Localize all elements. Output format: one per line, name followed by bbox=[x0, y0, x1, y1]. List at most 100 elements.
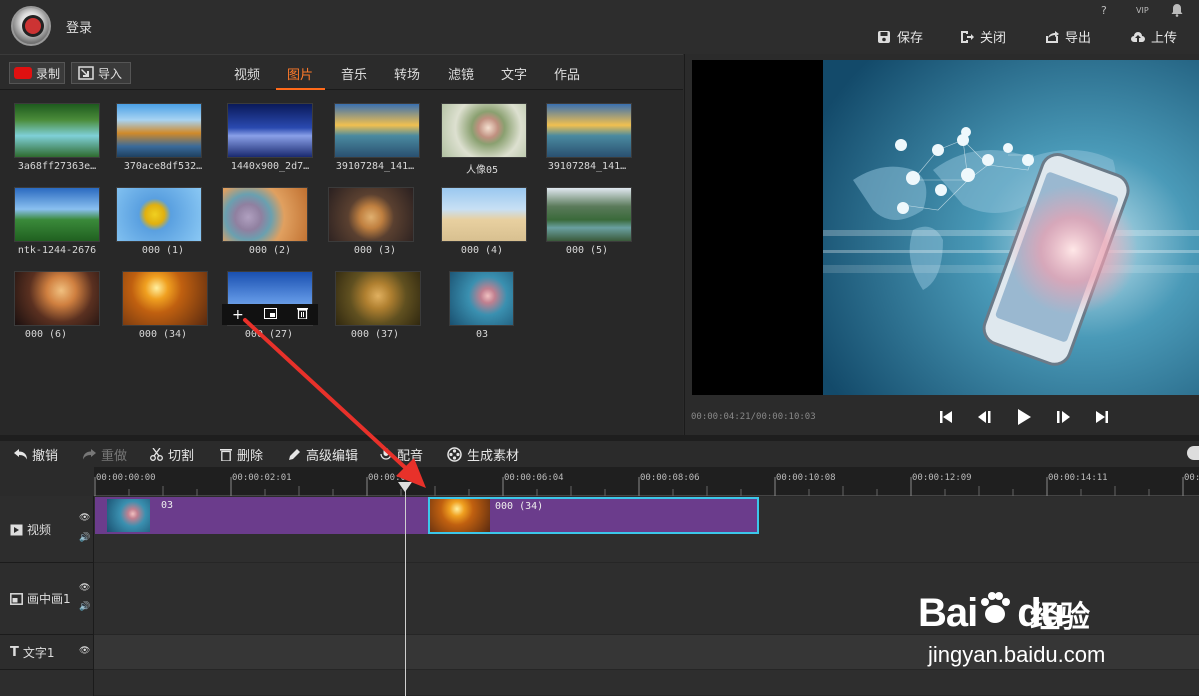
top-bar bbox=[0, 0, 1199, 54]
eye-icon[interactable]: 👁 bbox=[79, 583, 90, 593]
media-thumb[interactable] bbox=[122, 271, 208, 326]
media-label: 000 (34) bbox=[138, 329, 188, 340]
clip-thumb bbox=[107, 499, 150, 532]
save-icon bbox=[878, 30, 890, 43]
text-t-icon: T bbox=[10, 644, 19, 660]
clip-label: 03 bbox=[161, 500, 174, 511]
media-thumb[interactable] bbox=[334, 103, 420, 158]
media-label: 000 (27) bbox=[244, 329, 294, 340]
skip-to-end-icon[interactable] bbox=[1091, 406, 1113, 428]
play-icon[interactable] bbox=[1013, 406, 1035, 428]
media-thumb[interactable] bbox=[441, 187, 527, 242]
speaker-icon[interactable]: 🔊 bbox=[79, 533, 90, 543]
media-label: 000 (37) bbox=[350, 329, 400, 340]
undo-label: 撤销 bbox=[32, 449, 59, 464]
pip-icon[interactable] bbox=[263, 307, 277, 323]
advanced-edit-label: 高级编辑 bbox=[306, 449, 359, 464]
scissors-icon bbox=[150, 448, 163, 461]
redo-icon bbox=[83, 449, 96, 460]
upload-button[interactable]: 上传 bbox=[1131, 27, 1177, 46]
cut-button[interactable]: 切割 bbox=[150, 445, 194, 464]
record-label: 录制 bbox=[36, 66, 61, 81]
import-button[interactable]: 导入 bbox=[71, 62, 131, 84]
preview-letterbox bbox=[692, 60, 823, 395]
zoom-out-icon[interactable] bbox=[1187, 446, 1199, 460]
media-thumb[interactable] bbox=[14, 271, 100, 326]
previous-frame-icon[interactable] bbox=[974, 406, 996, 428]
playhead-handle[interactable] bbox=[398, 482, 412, 492]
ruler-label: 00:00:1… bbox=[1184, 473, 1199, 483]
redo-label: 重做 bbox=[101, 449, 128, 464]
undo-button[interactable]: 撤销 bbox=[14, 445, 58, 464]
media-thumb[interactable] bbox=[116, 187, 202, 242]
media-thumb[interactable] bbox=[328, 187, 414, 242]
timeline-clip[interactable]: 03 bbox=[95, 497, 428, 534]
media-thumb[interactable] bbox=[227, 103, 313, 158]
dub-button[interactable]: 配音 bbox=[380, 445, 423, 464]
add-to-timeline-button[interactable]: + bbox=[232, 307, 244, 323]
speaker-icon[interactable]: 🔊 bbox=[79, 602, 90, 612]
import-icon bbox=[78, 66, 94, 80]
cut-label: 切割 bbox=[168, 449, 195, 464]
delete-button[interactable]: 删除 bbox=[220, 445, 263, 464]
redo-button[interactable]: 重做 bbox=[83, 445, 127, 464]
save-button[interactable]: 保存 bbox=[877, 27, 923, 46]
extra-track[interactable] bbox=[94, 670, 1199, 696]
media-thumb[interactable] bbox=[14, 103, 100, 158]
media-label: 39107284_141… bbox=[335, 161, 415, 172]
media-label: 1440x900_2d7… bbox=[230, 161, 310, 172]
next-frame-icon[interactable] bbox=[1052, 406, 1074, 428]
ruler-label: 00:00:02:01 bbox=[232, 473, 292, 483]
login-link[interactable]: 登录 bbox=[66, 17, 92, 36]
eye-icon[interactable]: 👁 bbox=[79, 646, 90, 656]
tab-works[interactable]: 作品 bbox=[554, 64, 580, 83]
eye-icon[interactable]: 👁 bbox=[79, 513, 90, 523]
playhead[interactable] bbox=[405, 483, 406, 696]
media-label: 000 (3) bbox=[353, 245, 397, 256]
media-label: 000 (6) bbox=[24, 329, 68, 340]
timeline-clip-selected[interactable]: 000 (34) bbox=[428, 497, 759, 534]
generate-material-button[interactable]: 生成素材 bbox=[447, 445, 519, 464]
track-label-pip: 画中画1 bbox=[27, 592, 71, 606]
tab-video[interactable]: 视频 bbox=[234, 64, 260, 83]
paw-icon bbox=[977, 590, 1017, 636]
media-thumb[interactable] bbox=[546, 103, 632, 158]
vip-icon[interactable]: VIP bbox=[1136, 6, 1149, 15]
watermark-jingyan: 经验 bbox=[1030, 600, 1090, 635]
tab-filter[interactable]: 滤镜 bbox=[448, 64, 474, 83]
skip-to-start-icon[interactable] bbox=[935, 406, 957, 428]
media-thumb[interactable] bbox=[335, 271, 421, 326]
close-label: 关闭 bbox=[980, 31, 1007, 46]
play-box-icon bbox=[10, 524, 23, 535]
clip-label: 000 (34) bbox=[495, 501, 544, 512]
export-button[interactable]: 导出 bbox=[1045, 27, 1091, 46]
notification-icon[interactable] bbox=[1170, 3, 1184, 20]
media-label: ntk-1244-2676 bbox=[17, 245, 97, 256]
media-thumb[interactable] bbox=[449, 271, 514, 326]
record-button[interactable]: 录制 bbox=[9, 62, 65, 84]
tab-image[interactable]: 图片 bbox=[287, 64, 313, 83]
media-thumb[interactable] bbox=[546, 187, 632, 242]
track-label-text: 文字1 bbox=[22, 645, 55, 660]
tab-text[interactable]: 文字 bbox=[501, 64, 527, 83]
delete-label: 删除 bbox=[237, 449, 264, 464]
film-reel-icon bbox=[447, 447, 462, 462]
ruler-label: 00:00:08:06 bbox=[640, 473, 700, 483]
tab-transition[interactable]: 转场 bbox=[394, 64, 420, 83]
tab-music[interactable]: 音乐 bbox=[341, 64, 367, 83]
upload-label: 上传 bbox=[1151, 31, 1178, 46]
help-icon[interactable]: ? bbox=[1101, 4, 1107, 17]
media-thumb[interactable] bbox=[222, 187, 308, 242]
media-thumb[interactable] bbox=[116, 103, 202, 158]
close-project-button[interactable]: 关闭 bbox=[960, 27, 1006, 46]
import-label: 导入 bbox=[98, 66, 123, 81]
advanced-edit-button[interactable]: 高级编辑 bbox=[288, 445, 358, 464]
undo-icon bbox=[14, 449, 27, 460]
track-head-pip[interactable]: 画中画1 bbox=[0, 563, 94, 635]
track-head-video[interactable]: 视频 bbox=[0, 497, 94, 563]
media-thumb[interactable] bbox=[14, 187, 100, 242]
media-thumb[interactable] bbox=[441, 103, 527, 158]
media-label: 000 (4) bbox=[460, 245, 504, 256]
trash-icon[interactable] bbox=[296, 307, 308, 323]
watermark-url: jingyan.baidu.com bbox=[928, 642, 1106, 667]
